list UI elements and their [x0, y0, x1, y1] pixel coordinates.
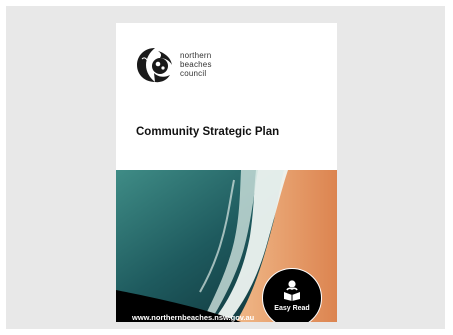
document-cover: northern beaches council Community Strat…: [116, 23, 337, 322]
website-url: www.northernbeaches.nsw.gov.au: [132, 313, 255, 322]
council-emblem-icon: [137, 48, 172, 83]
easy-read-badge: Easy Read: [262, 268, 322, 322]
person-reading-icon: [284, 280, 300, 301]
document-title: Community Strategic Plan: [136, 126, 280, 138]
image-panel: northern beaches council Community Strat…: [6, 6, 445, 329]
easy-read-label: Easy Read: [274, 305, 310, 312]
council-name: northern beaches council: [180, 51, 212, 78]
logo-line-2: beaches: [180, 60, 212, 69]
council-logo: northern beaches council: [134, 45, 254, 90]
logo-line-3: council: [180, 69, 207, 78]
logo-line-1: northern: [180, 51, 212, 60]
